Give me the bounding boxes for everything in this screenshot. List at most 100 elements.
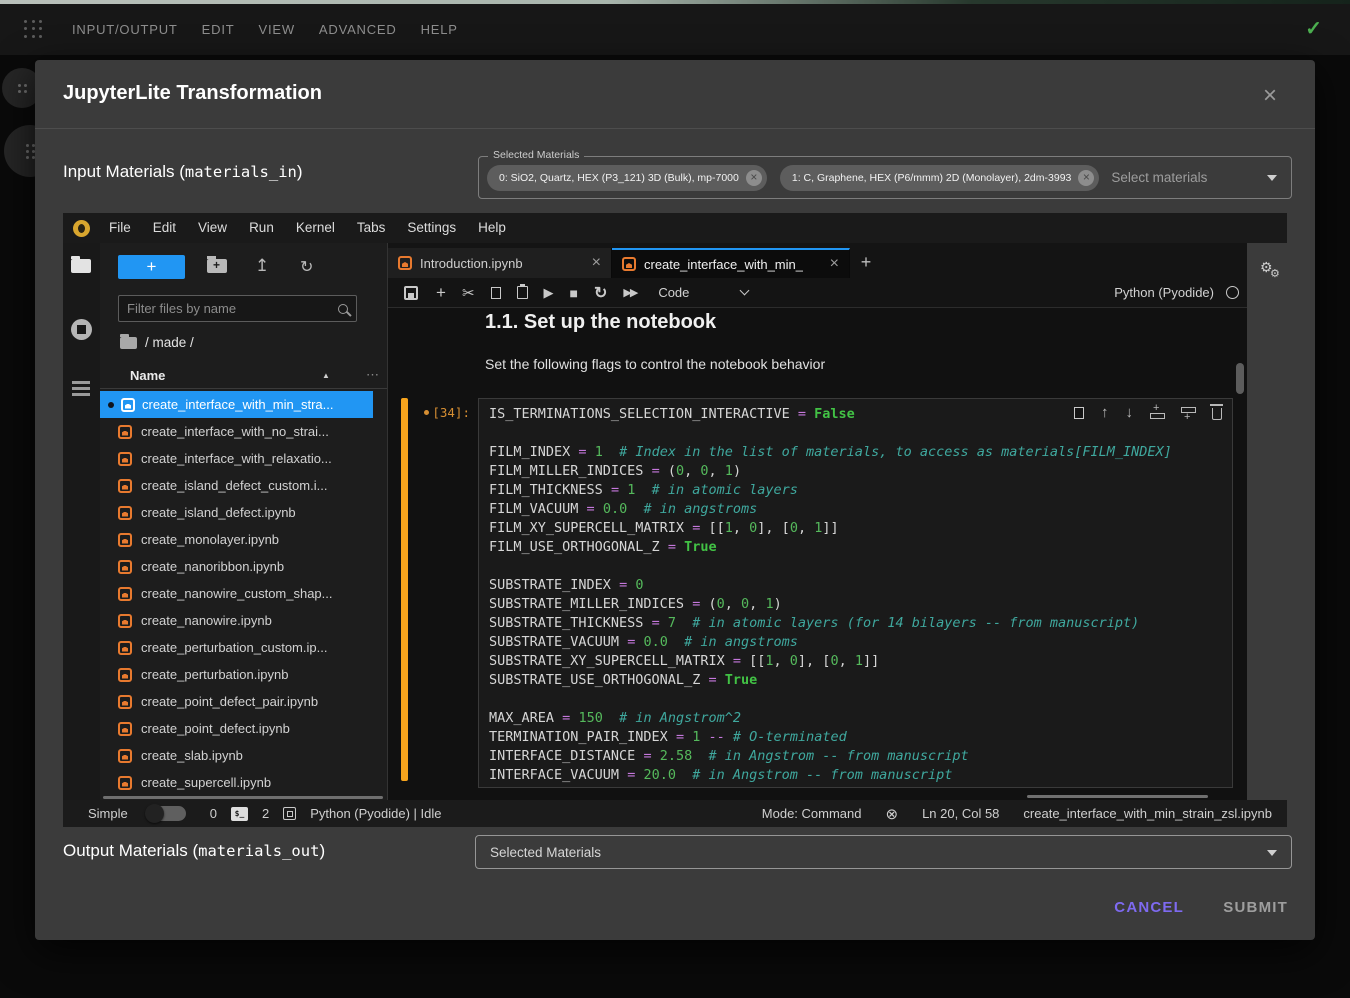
running-kernels-icon[interactable] xyxy=(71,319,92,340)
file-item[interactable]: create_interface_with_relaxatio... xyxy=(100,445,373,472)
file-item[interactable]: create_nanoribbon.ipynb xyxy=(100,553,373,580)
chevron-down-icon[interactable] xyxy=(740,286,750,296)
file-item[interactable]: create_monolayer.ipynb xyxy=(100,526,373,553)
table-of-contents-icon[interactable] xyxy=(72,381,90,384)
selected-materials-field[interactable]: Selected Materials 0: SiO2, Quartz, HEX … xyxy=(478,156,1292,199)
cancel-button[interactable]: CANCEL xyxy=(1114,899,1184,916)
close-icon[interactable]: × xyxy=(592,256,601,270)
paste-icon[interactable] xyxy=(517,286,528,299)
select-materials-placeholder[interactable]: Select materials xyxy=(1111,170,1207,185)
jupyter-menu-help[interactable]: Help xyxy=(467,213,517,243)
cursor-position[interactable]: Ln 20, Col 58 xyxy=(922,806,999,821)
move-cell-up-icon[interactable]: ↑ xyxy=(1101,404,1109,421)
kernel-status-text[interactable]: Python (Pyodide) | Idle xyxy=(310,806,441,821)
jupyter-menu-run[interactable]: Run xyxy=(238,213,285,243)
code-cell-editor[interactable]: IS_TERMINATIONS_SELECTION_INTERACTIVE = … xyxy=(478,398,1233,788)
material-chip[interactable]: 0: SiO2, Quartz, HEX (P3_121) 3D (Bulk),… xyxy=(487,165,767,191)
file-item[interactable]: create_nanowire.ipynb xyxy=(100,607,373,634)
file-item[interactable]: create_slab.ipynb xyxy=(100,742,373,769)
file-item[interactable]: create_island_defect_custom.i... xyxy=(100,472,373,499)
insert-cell-below-icon[interactable] xyxy=(1181,407,1195,419)
jupyter-menu-tabs[interactable]: Tabs xyxy=(346,213,397,243)
horizontal-scrollbar[interactable] xyxy=(103,796,383,799)
confirm-check-icon[interactable]: ✓ xyxy=(1305,16,1322,41)
delete-cell-icon[interactable] xyxy=(1212,408,1222,420)
menu-view[interactable]: VIEW xyxy=(258,22,294,37)
copy-icon[interactable] xyxy=(491,287,501,299)
app-header: INPUT/OUTPUT EDIT VIEW ADVANCED HELP ✓ xyxy=(0,4,1350,55)
insert-cell-above-icon[interactable] xyxy=(1150,407,1164,419)
file-item[interactable]: create_supercell.ipynb xyxy=(100,769,373,796)
menu-edit[interactable]: EDIT xyxy=(202,22,235,37)
move-cell-down-icon[interactable]: ↓ xyxy=(1126,404,1134,421)
code-line: FILM_THICKNESS = 1 # in atomic layers xyxy=(489,481,1232,500)
new-folder-icon[interactable] xyxy=(207,259,227,273)
command-mode-indicator[interactable]: Mode: Command xyxy=(762,806,862,821)
left-activity-rail xyxy=(63,243,100,800)
stop-icon[interactable]: ■ xyxy=(570,285,578,301)
jupyter-menu-file[interactable]: File xyxy=(98,213,142,243)
file-filter-input[interactable] xyxy=(127,301,338,316)
app-grid-icon[interactable] xyxy=(24,20,44,40)
active-cell-marker[interactable] xyxy=(401,398,408,781)
file-item[interactable]: create_interface_with_no_strai... xyxy=(100,418,373,445)
chip-delete-icon[interactable]: × xyxy=(1078,170,1094,186)
simple-mode-toggle[interactable] xyxy=(146,806,186,821)
menu-input-output[interactable]: INPUT/OUTPUT xyxy=(72,22,178,37)
menu-advanced[interactable]: ADVANCED xyxy=(319,22,397,37)
tab-introduction[interactable]: Introduction.ipynb × xyxy=(388,248,612,278)
run-icon[interactable]: ▶ xyxy=(544,285,554,301)
kernels-count[interactable]: 2 xyxy=(262,806,269,821)
kernel-chip-icon[interactable] xyxy=(283,807,296,820)
horizontal-scrollbar[interactable] xyxy=(1027,795,1208,798)
file-item[interactable]: create_perturbation_custom.ip... xyxy=(100,634,373,661)
more-options-icon[interactable]: ⋯ xyxy=(366,367,380,383)
kernel-status-icon[interactable] xyxy=(1226,286,1239,299)
close-icon[interactable]: × xyxy=(830,257,839,271)
file-item[interactable]: create_interface_with_min_stra... xyxy=(100,391,373,418)
new-tab-button[interactable]: + xyxy=(850,248,882,278)
chip-delete-icon[interactable]: × xyxy=(746,170,762,186)
notebook-file-icon xyxy=(118,587,132,601)
search-icon[interactable] xyxy=(338,304,348,314)
submit-button[interactable]: SUBMIT xyxy=(1223,899,1288,916)
chevron-down-icon[interactable] xyxy=(1267,175,1277,181)
name-column-header[interactable]: Name xyxy=(130,368,165,383)
file-item[interactable]: create_island_defect.ipynb xyxy=(100,499,373,526)
code-line: FILM_XY_SUPERCELL_MATRIX = [[1, 0], [0, … xyxy=(489,519,1232,538)
menu-help[interactable]: HELP xyxy=(421,22,458,37)
file-item[interactable]: create_point_defect_pair.ipynb xyxy=(100,688,373,715)
jupyter-menu-edit[interactable]: Edit xyxy=(142,213,187,243)
material-chip[interactable]: 1: C, Graphene, HEX (P6/mmm) 2D (Monolay… xyxy=(780,165,1100,191)
tab-create-interface[interactable]: create_interface_with_min_ × xyxy=(612,248,850,278)
new-launcher-button[interactable]: + xyxy=(118,255,185,279)
cell-type-select[interactable]: Code xyxy=(658,285,689,300)
save-icon[interactable] xyxy=(404,286,418,300)
file-item[interactable]: create_nanowire_custom_shap... xyxy=(100,580,373,607)
settings-gears-icon[interactable]: ⚙ ⚙ xyxy=(1260,259,1286,285)
vertical-scrollbar[interactable] xyxy=(1236,363,1244,394)
kernel-name[interactable]: Python (Pyodide) xyxy=(1114,285,1214,300)
output-materials-select[interactable]: Selected Materials xyxy=(475,835,1292,869)
cut-icon[interactable]: ✂ xyxy=(462,284,475,302)
refresh-icon[interactable]: ↻ xyxy=(300,257,313,277)
jupyter-menu-settings[interactable]: Settings xyxy=(396,213,467,243)
duplicate-cell-icon[interactable] xyxy=(1074,407,1084,419)
restart-kernel-icon[interactable]: ↻ xyxy=(594,283,607,303)
trust-shield-icon[interactable]: ⊗ xyxy=(886,805,899,823)
jupyter-menu-kernel[interactable]: Kernel xyxy=(285,213,346,243)
file-item[interactable]: create_perturbation.ipynb xyxy=(100,661,373,688)
breadcrumb[interactable]: / made / xyxy=(120,335,194,350)
file-browser-icon[interactable] xyxy=(71,259,91,273)
terminals-count[interactable]: 0 xyxy=(210,806,217,821)
insert-cell-icon[interactable]: + xyxy=(436,283,446,303)
terminal-icon[interactable]: $_ xyxy=(231,807,248,821)
upload-icon[interactable]: ↥ xyxy=(255,256,269,276)
restart-run-all-icon[interactable]: ▶▶ xyxy=(623,286,636,299)
sort-ascending-icon[interactable]: ▲ xyxy=(322,371,330,380)
close-icon[interactable]: × xyxy=(1263,84,1277,108)
file-item[interactable]: create_point_defect.ipynb xyxy=(100,715,373,742)
jupyter-menu-view[interactable]: View xyxy=(187,213,238,243)
file-name: create_interface_with_min_stra... xyxy=(142,397,333,412)
file-list-header[interactable]: Name ▲ ⋯ xyxy=(100,365,387,389)
